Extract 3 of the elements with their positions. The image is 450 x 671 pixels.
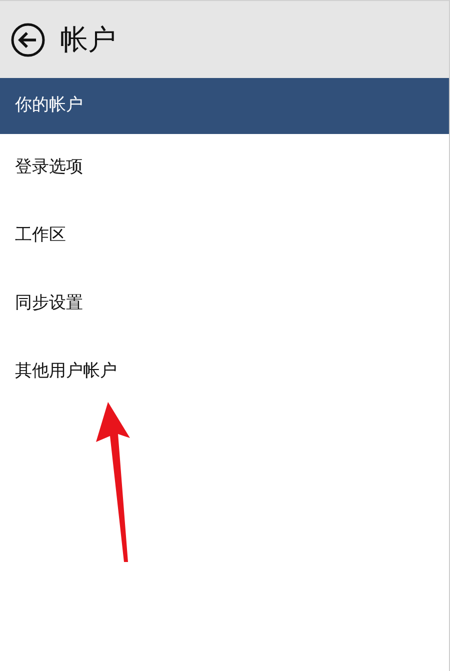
back-icon: [10, 22, 46, 58]
page-title: 帐户: [60, 22, 116, 58]
menu-item[interactable]: 你的帐户: [0, 78, 449, 134]
